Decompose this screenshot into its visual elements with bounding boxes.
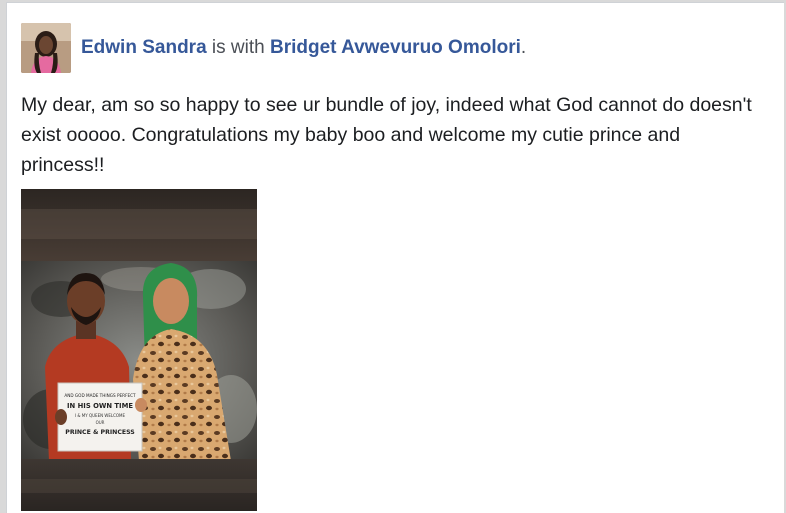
post-photo-image: AND GOD MADE THINGS PERFECT IN HIS OWN T…	[21, 189, 257, 511]
header-punctuation: .	[520, 37, 527, 58]
post-header-text: Edwin Sandra is with Bridget Avwevuruo O…	[81, 37, 526, 59]
author-avatar[interactable]	[21, 23, 71, 73]
avatar-image	[21, 23, 71, 73]
sign-line-5: PRINCE & PRINCESS	[65, 429, 134, 436]
post-header: Edwin Sandra is with Bridget Avwevuruo O…	[21, 21, 526, 75]
post-body-text: My dear, am so so happy to see ur bundle…	[21, 94, 752, 176]
sign-line-4: OUR	[96, 420, 105, 425]
post-photo[interactable]: AND GOD MADE THINGS PERFECT IN HIS OWN T…	[21, 189, 257, 511]
with-label: is with	[211, 37, 265, 58]
author-name-link[interactable]: Edwin Sandra	[81, 37, 207, 58]
sign-line-1: AND GOD MADE THINGS PERFECT	[64, 393, 136, 398]
sign-line-2: IN HIS OWN TIME	[67, 402, 133, 410]
post-card: Edwin Sandra is with Bridget Avwevuruo O…	[6, 2, 784, 513]
tagged-name-link[interactable]: Bridget Avwevuruo Omolori	[270, 37, 521, 58]
sign-line-3: I & MY QUEEN WELCOME	[75, 413, 126, 418]
